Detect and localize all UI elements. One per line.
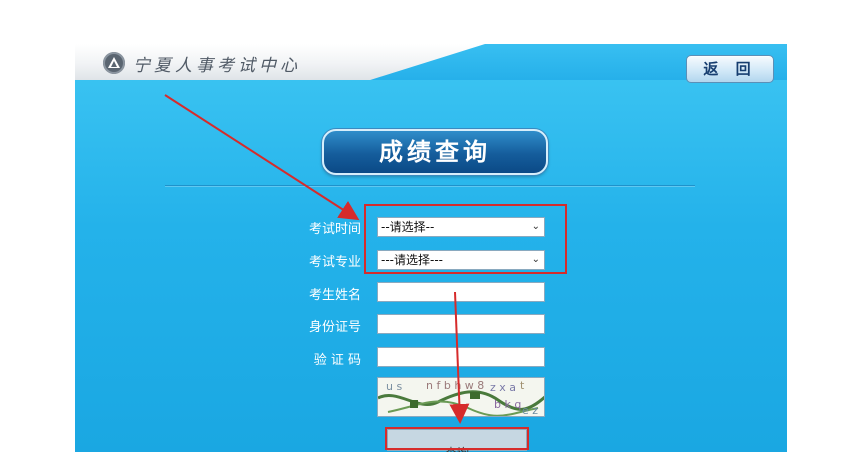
svg-text:n f b h w 8: n f b h w 8 <box>426 379 484 392</box>
id-number-label: 身份证号 <box>308 320 361 335</box>
exam-major-label: 考试专业 <box>308 255 361 270</box>
page-title: 成绩查询 <box>322 129 548 175</box>
annotation-box-selects <box>364 204 567 274</box>
svg-text:t: t <box>520 379 525 392</box>
site-title: 宁夏人事考试中心 <box>133 56 301 76</box>
captcha-label: 验 证 码 <box>313 353 361 368</box>
divider <box>165 185 695 186</box>
candidate-name-label: 考生姓名 <box>308 288 361 303</box>
emblem-icon <box>103 52 125 74</box>
svg-text:b k q: b k q <box>494 398 521 411</box>
captcha-image[interactable]: u s n f b h w 8 z x a t b k q e z <box>377 377 545 417</box>
captcha-input[interactable] <box>377 347 545 367</box>
svg-text:u s: u s <box>386 380 402 393</box>
annotation-box-submit <box>385 427 529 450</box>
candidate-name-input[interactable] <box>377 282 545 302</box>
id-number-input[interactable] <box>377 314 545 334</box>
svg-text:e z: e z <box>522 404 538 417</box>
exam-time-label: 考试时间 <box>308 222 361 237</box>
svg-text:z x a: z x a <box>490 381 516 394</box>
back-button[interactable]: 返 回 <box>686 55 774 83</box>
